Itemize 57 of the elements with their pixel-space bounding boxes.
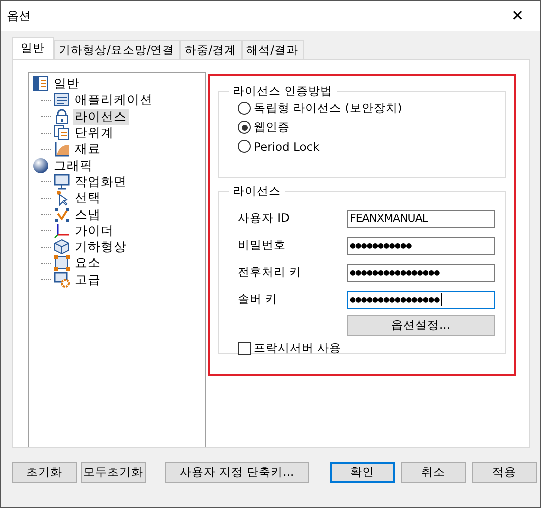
axes-icon	[54, 222, 70, 239]
tab[interactable]: 기하형상/요소망/연결	[54, 40, 180, 59]
lock-icon	[54, 108, 70, 125]
document-icon	[33, 76, 49, 92]
tree-item[interactable]: 라이선스	[73, 108, 129, 125]
tab[interactable]: 해석/결과	[242, 40, 304, 59]
dialog-button[interactable]: 모두초기화	[81, 462, 146, 483]
radio-option[interactable]: Period Lock	[238, 137, 495, 156]
field-label: 사용자 ID	[238, 211, 290, 226]
sphere-icon	[33, 158, 49, 174]
radio-label: Period Lock	[254, 140, 320, 154]
tree-item[interactable]: 기하형상	[73, 239, 129, 256]
tree-item[interactable]: 스냅	[73, 206, 103, 223]
tree-item[interactable]: 그래픽	[52, 158, 95, 174]
tree-item[interactable]: 일반	[52, 76, 82, 92]
radio-button[interactable]	[238, 121, 251, 134]
tree-item[interactable]: 선택	[73, 190, 103, 206]
pages-icon	[54, 125, 70, 142]
input-field[interactable]: FEANXMANUAL	[347, 210, 495, 228]
checkbox-label: 프락시서버 사용	[254, 341, 342, 356]
tree-item[interactable]: 고급	[73, 272, 103, 288]
snap-icon	[54, 206, 70, 223]
tree-item[interactable]: 요소	[73, 255, 103, 272]
radio-label: 웹인증	[254, 120, 290, 135]
radio-button[interactable]	[238, 102, 251, 115]
dialog-button[interactable]: 초기화	[12, 462, 77, 483]
tree-item[interactable]: 애플리케이션	[73, 92, 155, 108]
monitor-gear-icon	[54, 272, 70, 288]
group-title: 라이선스	[232, 184, 282, 199]
dialog-button[interactable]: 적용	[472, 462, 537, 483]
radio-option[interactable]: 웹인증	[238, 118, 495, 137]
field-label: 전후처리 키	[238, 265, 302, 280]
tab[interactable]: 일반	[12, 37, 54, 59]
window-title: 옵션	[7, 8, 31, 24]
form-icon	[54, 92, 70, 108]
tree-item[interactable]: 재료	[73, 141, 103, 158]
tab[interactable]: 하중/경계	[180, 40, 242, 59]
cursor-icon	[54, 190, 70, 206]
field-label: 비밀번호	[238, 238, 286, 253]
monitor-icon	[54, 174, 70, 190]
cube-icon	[54, 239, 70, 256]
dialog-button[interactable]: 취소	[401, 462, 466, 483]
element-icon	[54, 255, 70, 272]
radio-label: 독립형 라이선스 (보안장치)	[254, 101, 402, 116]
options-button[interactable]: 옵션설정...	[347, 315, 495, 336]
checkbox[interactable]	[238, 342, 251, 355]
dialog-button[interactable]: 사용자 지정 단축키...	[165, 462, 309, 483]
chart-icon	[54, 141, 70, 158]
tree-item[interactable]: 단위계	[73, 125, 116, 142]
dialog-button[interactable]: 확인	[330, 462, 395, 483]
close-button[interactable]: ✕	[496, 1, 540, 31]
field-label: 솔버 키	[238, 292, 278, 307]
radio-button[interactable]	[238, 140, 251, 153]
tree-item[interactable]: 작업화면	[73, 174, 129, 190]
radio-option[interactable]: 독립형 라이선스 (보안장치)	[238, 99, 495, 118]
group-title: 라이선스 인증방법	[232, 84, 334, 99]
tree-item[interactable]: 가이더	[73, 222, 116, 239]
